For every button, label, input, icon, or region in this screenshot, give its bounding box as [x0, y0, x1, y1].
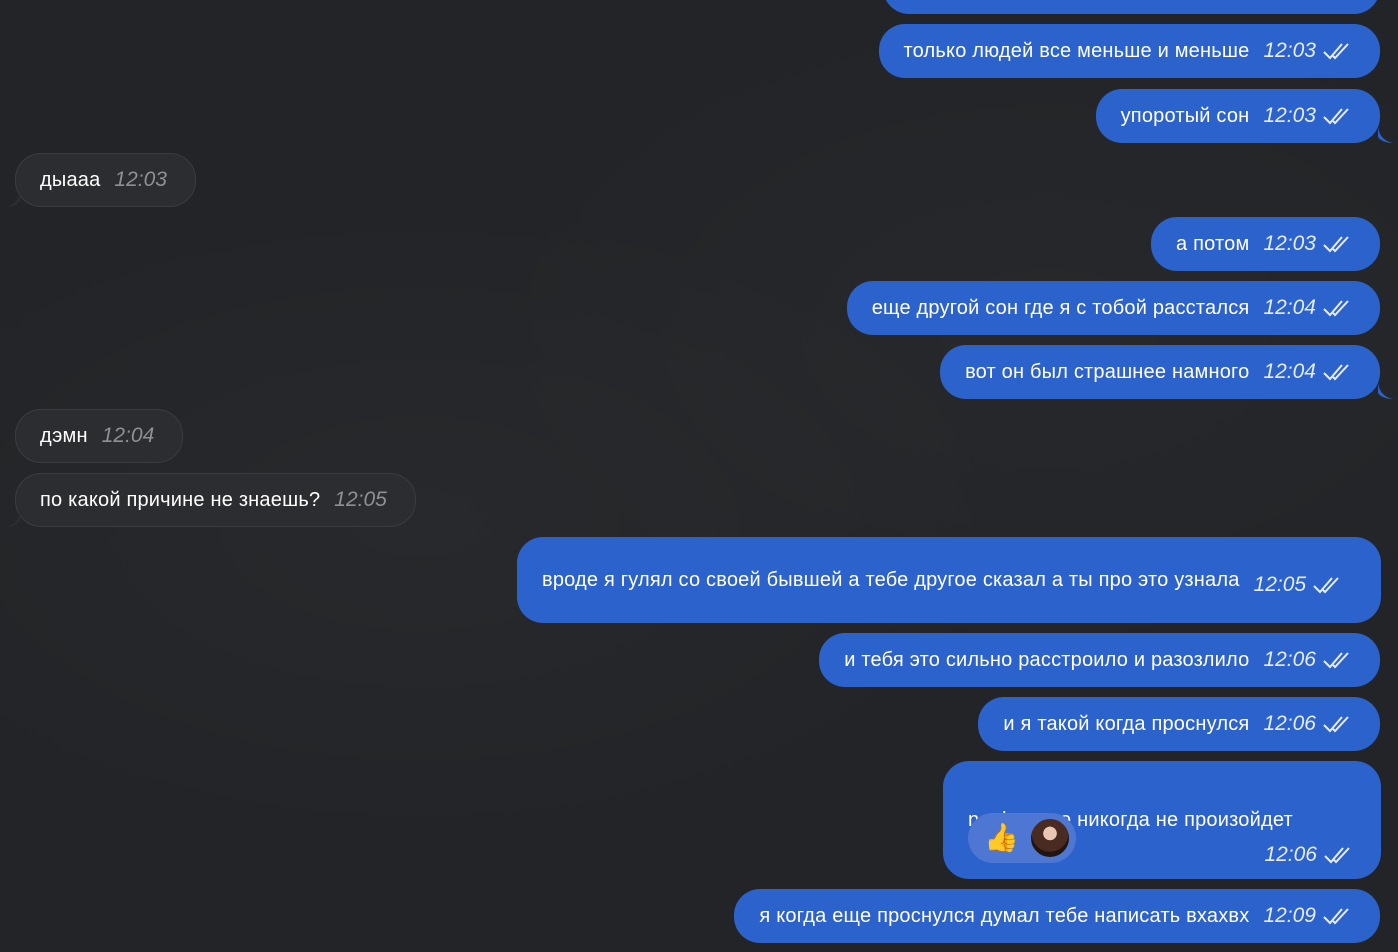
double-check-icon [1324, 847, 1350, 864]
message-time: 12:04 [101, 424, 155, 447]
message-text: а потом [1176, 232, 1250, 255]
message-time: 12:03 [114, 168, 167, 191]
message-time: 12:04 [1263, 296, 1316, 319]
message-text: вот он был страшнее намного [965, 360, 1250, 383]
message-outgoing[interactable]: naah такое никогда не произойдет 👍 12:06 [943, 761, 1381, 879]
message-outgoing[interactable]: вроде я гулял со своей бывшей а тебе дру… [517, 537, 1381, 623]
message-outgoing[interactable]: упоротый сон 12:03 [1095, 89, 1394, 143]
message-outgoing[interactable]: и я такой когда проснулся 12:06 [978, 697, 1380, 751]
message-text: и я такой когда проснулся [1003, 712, 1250, 735]
message-time: 12:06 [1263, 712, 1316, 735]
message-time: 12:03 [1263, 232, 1316, 255]
bubble-tail [1378, 383, 1394, 399]
bubble-tail [1378, 127, 1394, 143]
double-check-icon [1323, 43, 1349, 60]
double-check-icon [1323, 908, 1349, 925]
message-incoming[interactable]: по какой причине не знаешь? 12:05 [4, 473, 416, 527]
message-bubble-partial[interactable] [883, 0, 1380, 14]
message-time: 12:06 [1263, 648, 1316, 671]
message-outgoing[interactable]: я когда еще проснулся думал тебе написат… [734, 889, 1380, 943]
double-check-icon [1323, 716, 1349, 733]
message-time: 12:05 [1253, 573, 1307, 596]
double-check-icon [1323, 652, 1349, 669]
message-text: я когда еще проснулся думал тебе написат… [759, 904, 1250, 927]
message-text: по какой причине не знаешь? [40, 488, 321, 511]
reactor-avatar [1028, 817, 1071, 859]
bubble-tail [4, 511, 20, 527]
bubble-tail [4, 191, 20, 207]
double-check-icon [1323, 108, 1349, 125]
double-check-icon [1323, 364, 1349, 381]
thumbs-up-reaction[interactable]: 👍 [984, 824, 1019, 852]
message-list[interactable]: только людей все меньше и меньше 12:03 у… [0, 0, 1398, 952]
message-meta: 12:05 [1240, 573, 1371, 597]
message-text: и тебя это сильно расстроило и разозлило [844, 648, 1250, 671]
message-text: еще другой сон где я с тобой расстался [871, 296, 1250, 319]
message-time: 12:05 [334, 488, 387, 511]
message-text: вроде я гулял со своей бывшей а тебе дру… [542, 568, 1240, 591]
message-time: 12:09 [1263, 904, 1316, 927]
double-check-icon [1323, 300, 1349, 317]
message-outgoing[interactable]: и тебя это сильно расстроило и разозлило… [819, 633, 1380, 687]
message-time: 12:06 [1264, 843, 1317, 866]
message-incoming[interactable]: дэмн 12:04 [15, 409, 184, 463]
message-incoming[interactable]: дыааа 12:03 [4, 153, 196, 207]
message-outgoing[interactable]: еще другой сон где я с тобой расстался 1… [846, 281, 1380, 335]
reactions-bar[interactable]: 👍 [968, 813, 1076, 863]
message-meta: 12:06 [1250, 843, 1381, 867]
message-text: упоротый сон [1120, 104, 1250, 127]
message-outgoing[interactable]: а потом 12:03 [1151, 217, 1380, 271]
message-time: 12:03 [1263, 104, 1316, 127]
message-outgoing[interactable]: вот он был страшнее намного 12:04 [940, 345, 1394, 399]
message-text: только людей все меньше и меньше [903, 39, 1250, 62]
message-time: 12:03 [1263, 39, 1316, 62]
message-text: дыааа [40, 168, 101, 191]
message-outgoing[interactable]: только людей все меньше и меньше 12:03 [878, 24, 1380, 78]
message-text: дэмн [40, 424, 88, 447]
message-time: 12:04 [1263, 360, 1316, 383]
double-check-icon [1313, 577, 1339, 594]
double-check-icon [1323, 236, 1349, 253]
